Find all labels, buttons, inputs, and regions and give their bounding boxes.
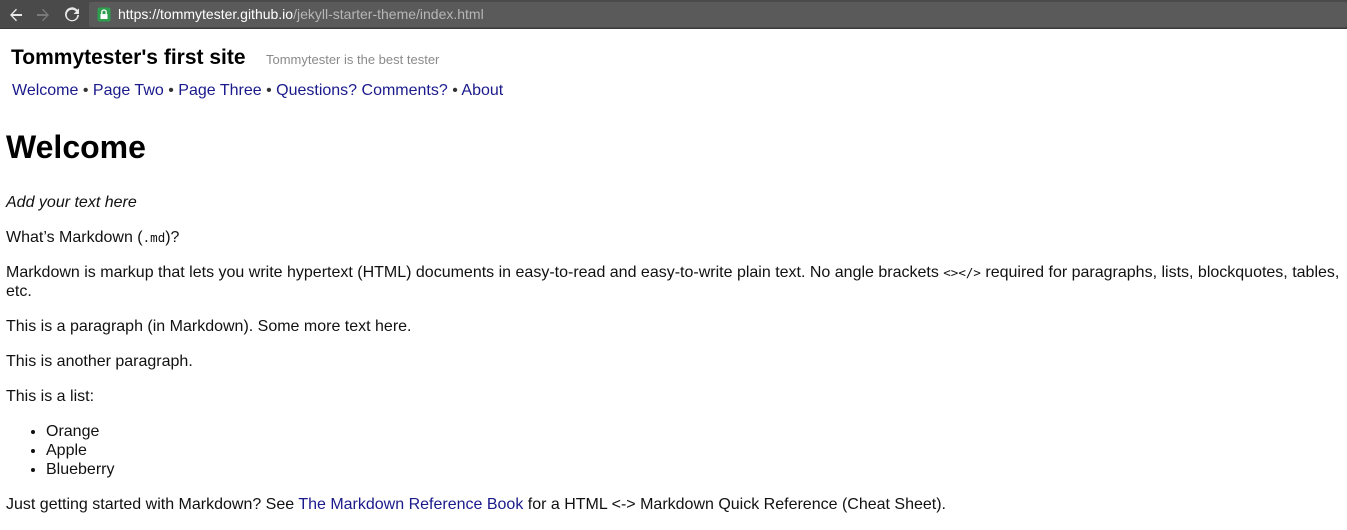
reference-text: Just getting started with Markdown? See: [6, 496, 299, 513]
url-host: https://tommytester.github.io: [118, 6, 294, 22]
back-arrow-icon[interactable]: [5, 4, 27, 26]
nav-link-page-three[interactable]: Page Three: [178, 82, 261, 99]
page-heading: Welcome: [6, 129, 146, 165]
reference-paragraph: Just getting started with Markdown? See …: [6, 495, 1341, 514]
forward-arrow-icon[interactable]: [32, 4, 54, 26]
paragraph-two: This is another paragraph.: [6, 353, 193, 370]
list-item: Orange: [46, 422, 1341, 441]
nav-separator: •: [82, 82, 89, 99]
nav-link-welcome[interactable]: Welcome: [12, 82, 78, 99]
url-text: https://tommytester.github.io/jekyll-sta…: [118, 6, 484, 23]
address-bar[interactable]: https://tommytester.github.io/jekyll-sta…: [89, 2, 1347, 27]
site-nav: Welcome • Page Two • Page Three • Questi…: [12, 82, 503, 100]
nav-link-questions-comments[interactable]: Questions? Comments?: [276, 82, 448, 99]
md-extension-code: .md: [142, 230, 166, 245]
main-content: Welcome Add your text here What’s Markdo…: [6, 128, 1341, 530]
lock-icon: [97, 7, 111, 22]
site-header: Tommytester's first site Tommytester is …: [11, 46, 439, 70]
markdown-description-text: Markdown is markup that lets you write h…: [6, 264, 944, 281]
url-path: /jekyll-starter-theme/index.html: [293, 6, 484, 22]
reference-text-end: for a HTML <-> Markdown Quick Reference …: [523, 496, 946, 513]
nav-link-about[interactable]: About: [461, 82, 503, 99]
list-item: Blueberry: [46, 460, 1341, 479]
nav-separator: •: [452, 82, 458, 99]
nav-separator: •: [266, 82, 272, 99]
angle-brackets-code: <></>: [943, 265, 981, 280]
fruit-list: Orange Apple Blueberry: [6, 422, 1341, 479]
site-tagline: Tommytester is the best tester: [265, 52, 440, 67]
markdown-question-end: )?: [165, 229, 180, 246]
reload-icon[interactable]: [61, 4, 83, 26]
markdown-reference-link[interactable]: The Markdown Reference Book: [298, 496, 523, 513]
list-item: Apple: [46, 441, 1341, 460]
site-title-link[interactable]: Tommytester's first site: [11, 46, 246, 69]
markdown-question-text: What’s Markdown (: [6, 229, 143, 246]
page-body: Tommytester's first site Tommytester is …: [0, 30, 1347, 514]
browser-toolbar: https://tommytester.github.io/jekyll-sta…: [0, 0, 1347, 29]
paragraph-one: This is a paragraph (in Markdown). Some …: [6, 318, 412, 335]
markdown-question: What’s Markdown (.md)?: [6, 228, 1341, 247]
nav-separator: •: [168, 82, 174, 99]
markdown-description: Markdown is markup that lets you write h…: [6, 263, 1341, 301]
intro-text: Add your text here: [6, 194, 137, 211]
list-intro: This is a list:: [6, 388, 95, 405]
intro-paragraph: Add your text here: [6, 193, 1341, 212]
nav-link-page-two[interactable]: Page Two: [93, 82, 164, 99]
